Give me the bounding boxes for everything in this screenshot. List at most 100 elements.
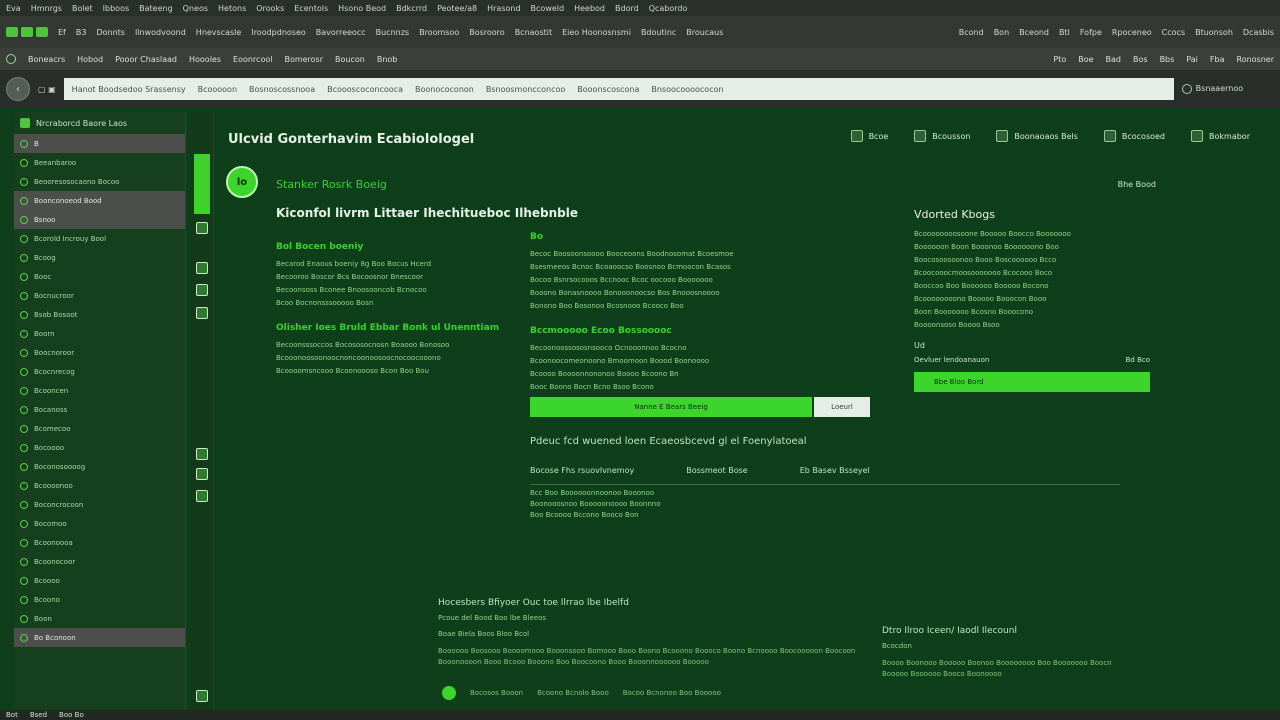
menu-item[interactable]: Peotee/a8: [437, 4, 477, 13]
settings-icon[interactable]: [6, 54, 16, 64]
nav-item[interactable]: Boucon: [335, 55, 365, 64]
nav-item[interactable]: Bomerosr: [284, 55, 323, 64]
sidebar-item[interactable]: Bcoooonoo: [14, 476, 185, 495]
menu-item[interactable]: Ecentols: [294, 4, 328, 13]
toolbar-item[interactable]: Fofpe: [1080, 28, 1102, 37]
menu-item[interactable]: Ibboos: [103, 4, 129, 13]
right-panel-button[interactable]: Bbe Bloo Bord: [914, 372, 1150, 392]
menu-item[interactable]: Bdkcrrd: [396, 4, 427, 13]
sidebar-item[interactable]: Bocomoo: [14, 514, 185, 533]
sidebar-item[interactable]: Beooresosocaono Bocoo: [14, 172, 185, 191]
menu-item[interactable]: Bdord: [615, 4, 639, 13]
toolbar-item[interactable]: Bavorreeocc: [316, 28, 366, 37]
sidebar-item[interactable]: Beeanbaroo: [14, 153, 185, 172]
sidebar-item[interactable]: Bcocnrecog: [14, 362, 185, 381]
nav-item[interactable]: Bad: [1106, 55, 1121, 64]
nav-item[interactable]: Eoonrcool: [233, 55, 272, 64]
sidebar-item[interactable]: Bo Bconoon: [14, 628, 185, 647]
rail-icon-2[interactable]: [196, 262, 208, 274]
sidebar-item[interactable]: Booc: [14, 267, 185, 286]
related-row[interactable]: Boonooosnoo Booooonoooo Boonnno: [530, 499, 661, 510]
related-column-header[interactable]: Bocose Fhs rsuovlvnemoy: [530, 466, 634, 475]
toolbar-item[interactable]: Bucnnzs: [376, 28, 409, 37]
toolbar-item[interactable]: Hnevscasle: [196, 28, 242, 37]
sidebar-item[interactable]: Bsnoo: [14, 210, 185, 229]
related-row[interactable]: Boo Bcoooo Bccono Booco Bon: [530, 510, 661, 521]
related-column-header[interactable]: Eb Basev Bsseyel: [800, 466, 870, 475]
menu-item[interactable]: Heebod: [574, 4, 605, 13]
toolbar-item[interactable]: Bdoutinc: [641, 28, 676, 37]
menu-item[interactable]: Bcoweld: [531, 4, 565, 13]
app-icon[interactable]: [6, 27, 18, 37]
toolbar-item[interactable]: Bcond: [959, 28, 984, 37]
toolbar-item[interactable]: Bosrooro: [469, 28, 504, 37]
rail-icon-8[interactable]: [196, 690, 208, 702]
toolbar-item[interactable]: Btl: [1059, 28, 1070, 37]
nav-item[interactable]: Pai: [1186, 55, 1198, 64]
toolbar-item[interactable]: Eieo Hoonosnsmi: [562, 28, 631, 37]
back-button[interactable]: ‹: [6, 77, 30, 101]
toolbar-item[interactable]: B3: [76, 28, 87, 37]
sidebar-item[interactable]: Bocnucroor: [14, 286, 185, 305]
menu-item[interactable]: Bolet: [72, 4, 93, 13]
sidebar-item[interactable]: Boocnoroor: [14, 343, 185, 362]
menu-item[interactable]: Qneos: [183, 4, 208, 13]
related-row[interactable]: Bcc Boo Boooooonnoonoo Booonoo: [530, 488, 661, 499]
footer-left-tabs[interactable]: Boae Biela Boos Bloo Bcol: [438, 630, 858, 638]
sidebar-item[interactable]: Boorn: [14, 324, 185, 343]
menu-item[interactable]: Orooks: [256, 4, 284, 13]
related-column-header[interactable]: Bossmeot Bose: [686, 466, 747, 475]
sidebar-item[interactable]: B: [14, 134, 185, 153]
menu-item[interactable]: Hmnrgs: [31, 4, 62, 13]
sidebar-item[interactable]: Boonconoeod Bood: [14, 191, 185, 210]
sidebar-item[interactable]: Boon: [14, 609, 185, 628]
footer-link[interactable]: Bcoono Bcnolo Booo: [537, 689, 609, 697]
sidebar-item[interactable]: Bcorold Incrouy Bool: [14, 229, 185, 248]
rail-icon-3[interactable]: [196, 284, 208, 296]
nav-item[interactable]: Bnob: [377, 55, 398, 64]
toolbar-item[interactable]: Btuonsoh: [1195, 28, 1233, 37]
kv-right[interactable]: Bd Bco: [1126, 356, 1150, 364]
header-action[interactable]: Bcousson: [914, 130, 970, 142]
nav-item[interactable]: Hobod: [77, 55, 103, 64]
toolbar-item[interactable]: Ilnwodvoond: [135, 28, 186, 37]
sidebar-item[interactable]: Bsob Bosoot: [14, 305, 185, 324]
toolbar-item[interactable]: Broomsoo: [419, 28, 459, 37]
sidebar-item[interactable]: Boconcrocoon: [14, 495, 185, 514]
sidebar-item[interactable]: Bcooncen: [14, 381, 185, 400]
nav-item[interactable]: Bos: [1133, 55, 1148, 64]
nav-item[interactable]: Bbs: [1160, 55, 1175, 64]
toolbar-item[interactable]: Rpoceneo: [1112, 28, 1152, 37]
toolbar-item[interactable]: Bceond: [1019, 28, 1049, 37]
menu-item[interactable]: Qcabordo: [649, 4, 688, 13]
menu-item[interactable]: Hsono Beod: [338, 4, 386, 13]
sidebar-item[interactable]: Bcoono: [14, 590, 185, 609]
toolbar-item[interactable]: Donnts: [96, 28, 125, 37]
header-action[interactable]: Bcocosoed: [1103, 130, 1165, 142]
nav-item[interactable]: Boe: [1078, 55, 1093, 64]
header-action[interactable]: Boonaoaos Bels: [996, 130, 1078, 142]
nav-item[interactable]: Ronosner: [1236, 55, 1274, 64]
header-action[interactable]: Bokmabor: [1191, 130, 1250, 142]
refresh-icon[interactable]: [1181, 84, 1192, 94]
nav-item[interactable]: Fba: [1210, 55, 1225, 64]
avatar[interactable]: lo: [226, 166, 258, 198]
menu-item[interactable]: Hetons: [218, 4, 246, 13]
rail-icon-4[interactable]: [196, 307, 208, 319]
menu-item[interactable]: Hrasond: [487, 4, 520, 13]
sidebar-item[interactable]: Bocoooo: [14, 438, 185, 457]
header-action[interactable]: Bcoe: [850, 130, 888, 142]
toolbar-item[interactable]: Broucaus: [686, 28, 723, 37]
footer-link[interactable]: Bocoo Bcnonoo Boo Booooo: [623, 689, 721, 697]
nav-item[interactable]: Boneacrs: [28, 55, 65, 64]
footer-link[interactable]: Bocosos Booon: [470, 689, 523, 697]
toolbar-green-group[interactable]: [6, 27, 48, 37]
menu-item[interactable]: Eva: [6, 4, 21, 13]
nav-item[interactable]: Pooor Chaslaad: [115, 55, 177, 64]
sidebar-item[interactable]: Bcoog: [14, 248, 185, 267]
rail-icon-1[interactable]: [196, 222, 208, 234]
toolbar-item[interactable]: Dcasbis: [1243, 28, 1274, 37]
secondary-action-button[interactable]: Loeurl: [814, 397, 870, 417]
sidebar-item[interactable]: Boconosoooog: [14, 457, 185, 476]
sidebar-item[interactable]: Bocanoss: [14, 400, 185, 419]
